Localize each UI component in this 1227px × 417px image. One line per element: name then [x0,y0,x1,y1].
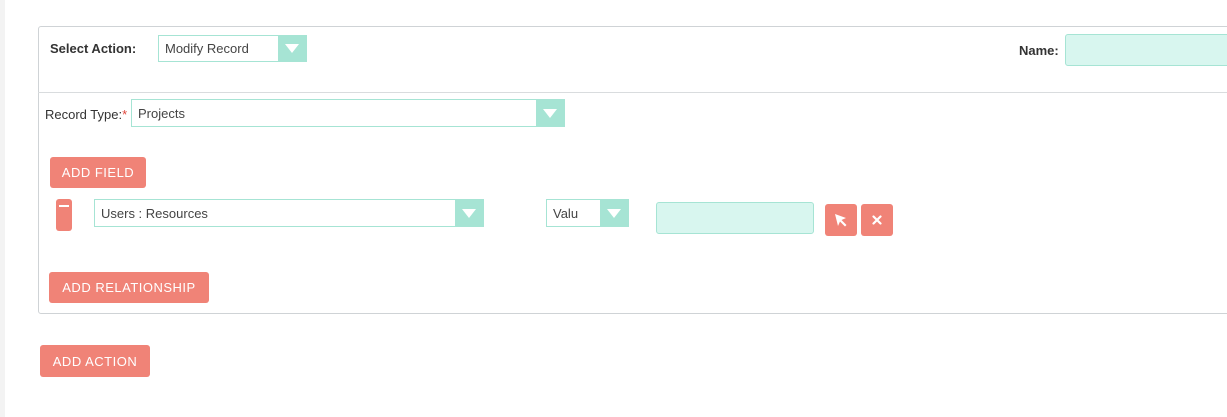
select-value-button[interactable] [825,204,857,236]
chevron-down-icon [455,200,483,226]
chevron-down-icon [536,100,564,126]
record-type-label: Record Type:* [45,107,127,122]
value-type-dropdown[interactable]: Valu [546,199,629,227]
select-action-dropdown[interactable]: Modify Record [158,35,307,62]
value-type-value: Valu [553,205,579,221]
field-dropdown-value: Users : Resources [101,205,208,221]
record-type-label-text: Record Type: [45,107,123,122]
x-icon [872,215,882,225]
select-action-value: Modify Record [165,41,249,56]
record-type-value: Projects [138,105,185,121]
cursor-arrow-icon [835,214,847,227]
add-action-button[interactable]: ADD ACTION [40,345,150,377]
name-label: Name: [1019,43,1059,58]
field-dropdown[interactable]: Users : Resources [94,199,484,227]
add-relationship-button[interactable]: ADD RELATIONSHIP [49,272,209,303]
minus-icon [59,205,69,207]
panel-divider [38,92,1227,93]
clear-value-button[interactable] [861,204,893,236]
remove-field-button[interactable] [56,199,72,231]
name-input[interactable] [1065,34,1227,66]
action-panel [38,26,1227,314]
select-action-label: Select Action: [50,41,137,56]
chevron-down-icon [278,36,306,61]
chevron-down-icon [600,200,628,226]
required-marker: * [122,107,128,122]
page-margin [0,0,5,417]
field-value-input[interactable] [656,202,814,234]
add-field-button[interactable]: ADD FIELD [50,157,146,188]
record-type-dropdown[interactable]: Projects [131,99,565,127]
